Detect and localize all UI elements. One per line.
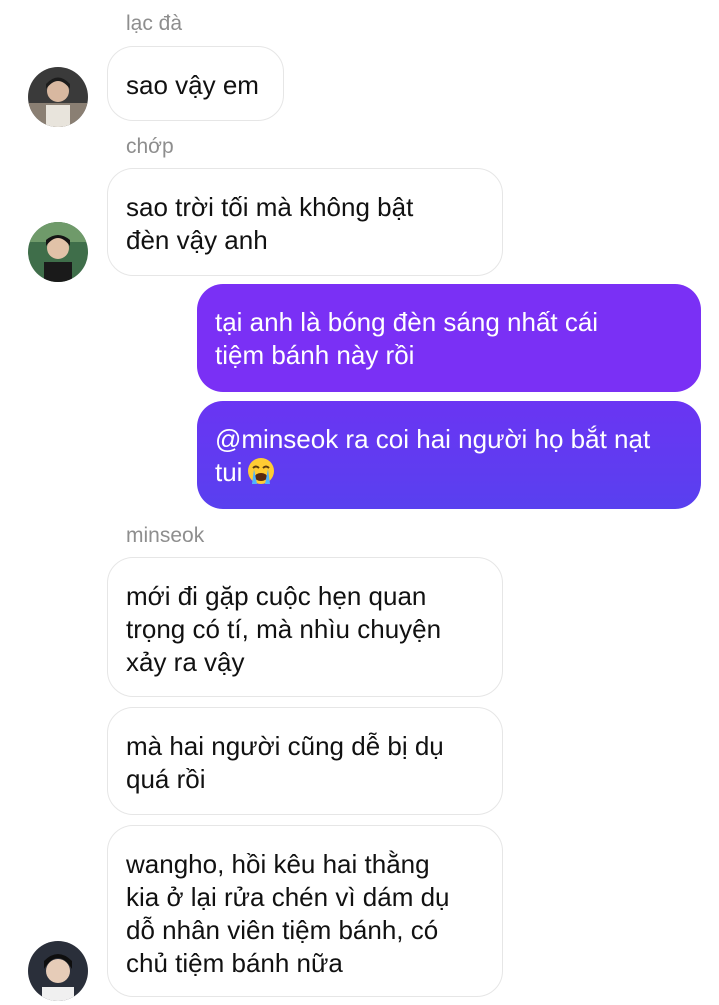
message-text-line: mới đi gặp cuộc hẹn quan [126, 581, 427, 611]
message-text-line: tui [215, 456, 683, 489]
avatar-photo [28, 941, 88, 1001]
message-bubble-incoming[interactable]: mà hai người cũng dễ bị dụ quá rồi [107, 707, 503, 815]
message-bubble-incoming[interactable]: sao trời tối mà không bật đèn vậy anh [107, 168, 503, 276]
message-text-line: tại anh là bóng đèn sáng nhất cái [215, 307, 599, 337]
message-bubble-incoming[interactable]: mới đi gặp cuộc hẹn quan trọng có tí, mà… [107, 557, 503, 697]
message-text-line: trọng có tí, mà nhìu chuyện [126, 614, 442, 644]
avatar-photo [28, 67, 88, 127]
avatar-minseok[interactable] [28, 941, 88, 1001]
message-text-line: đèn vậy anh [126, 225, 268, 255]
message-text-line: kia ở lại rửa chén vì dám dụ [126, 882, 450, 912]
message-bubble-incoming[interactable]: wangho, hồi kêu hai thằng kia ở lại rửa … [107, 825, 503, 997]
avatar-photo [28, 222, 88, 282]
message-text-line: mà hai người cũng dễ bị dụ [126, 731, 444, 761]
message-text-line: sao trời tối mà không bật [126, 192, 414, 222]
message-text: sao vậy em [126, 70, 259, 100]
avatar-chop[interactable] [28, 222, 88, 282]
message-text-line: dỗ nhân viên tiệm bánh, có [126, 915, 439, 945]
message-bubble-outgoing[interactable]: @minseok ra coi hai người họ bắt nạt tui [197, 401, 701, 509]
message-bubble-incoming[interactable]: sao vậy em [107, 46, 284, 121]
sender-name-chop: chớp [126, 135, 174, 158]
message-text-line: chủ tiệm bánh nữa [126, 948, 343, 978]
message-text-fragment: tui [215, 457, 243, 487]
sender-name-lac-da: lạc đà [126, 12, 183, 35]
message-text-line: tiệm bánh này rồi [215, 340, 415, 370]
sender-name-minseok: minseok [126, 524, 205, 547]
message-text-line: quá rồi [126, 764, 206, 794]
message-text-line: wangho, hồi kêu hai thằng [126, 849, 430, 879]
message-text-line: @minseok ra coi hai người họ bắt nạt [215, 424, 651, 454]
message-text-line: xảy ra vậy [126, 647, 245, 677]
message-bubble-outgoing[interactable]: tại anh là bóng đèn sáng nhất cái tiệm b… [197, 284, 701, 392]
loudly-crying-face-icon [248, 458, 275, 484]
avatar-lac-da[interactable] [28, 67, 88, 127]
